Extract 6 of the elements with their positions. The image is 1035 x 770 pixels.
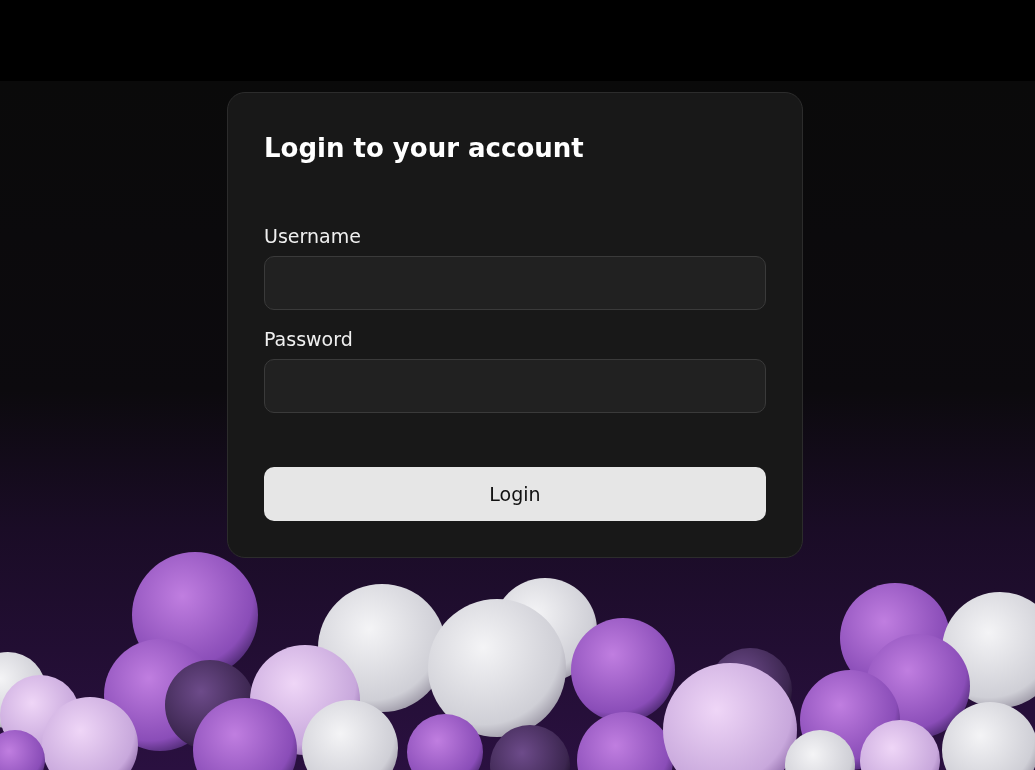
login-button[interactable]: Login (264, 467, 766, 521)
field-label: Password (264, 328, 354, 350)
input-field[interactable] (264, 359, 766, 413)
form-title: Login to your account (264, 133, 585, 163)
input-field[interactable] (264, 256, 766, 310)
field-label: Username (264, 225, 362, 247)
